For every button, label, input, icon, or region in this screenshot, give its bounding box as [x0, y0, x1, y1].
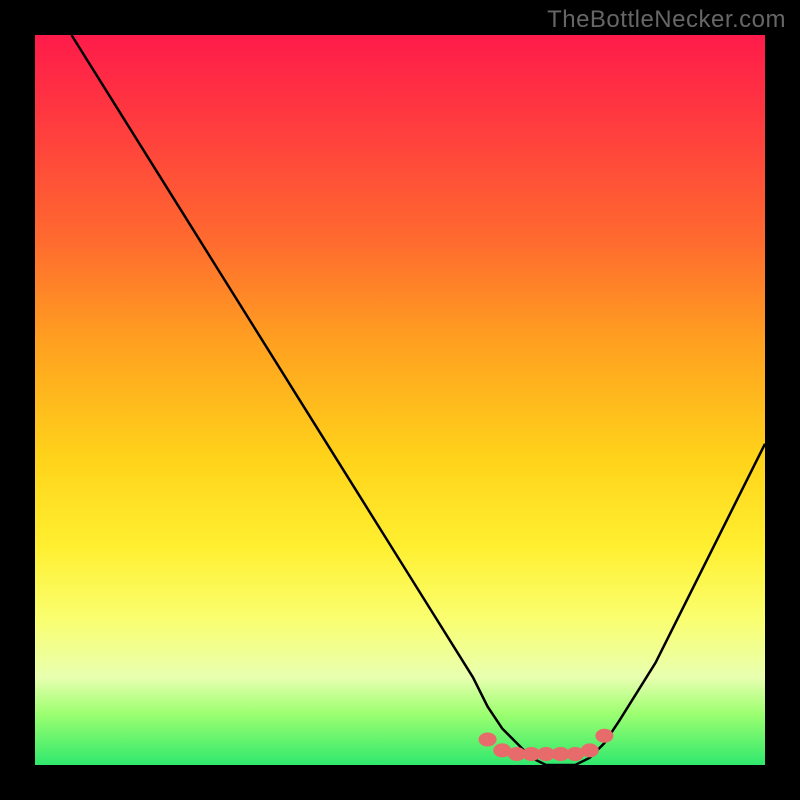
- valley-markers: [479, 729, 614, 761]
- curve-svg: [35, 35, 765, 765]
- valley-marker: [479, 733, 497, 747]
- chart-frame: TheBottleNecker.com: [0, 0, 800, 800]
- bottleneck-curve: [72, 35, 766, 765]
- valley-marker: [581, 743, 599, 757]
- valley-marker: [595, 729, 613, 743]
- plot-area: [35, 35, 765, 765]
- watermark-text: TheBottleNecker.com: [547, 6, 786, 34]
